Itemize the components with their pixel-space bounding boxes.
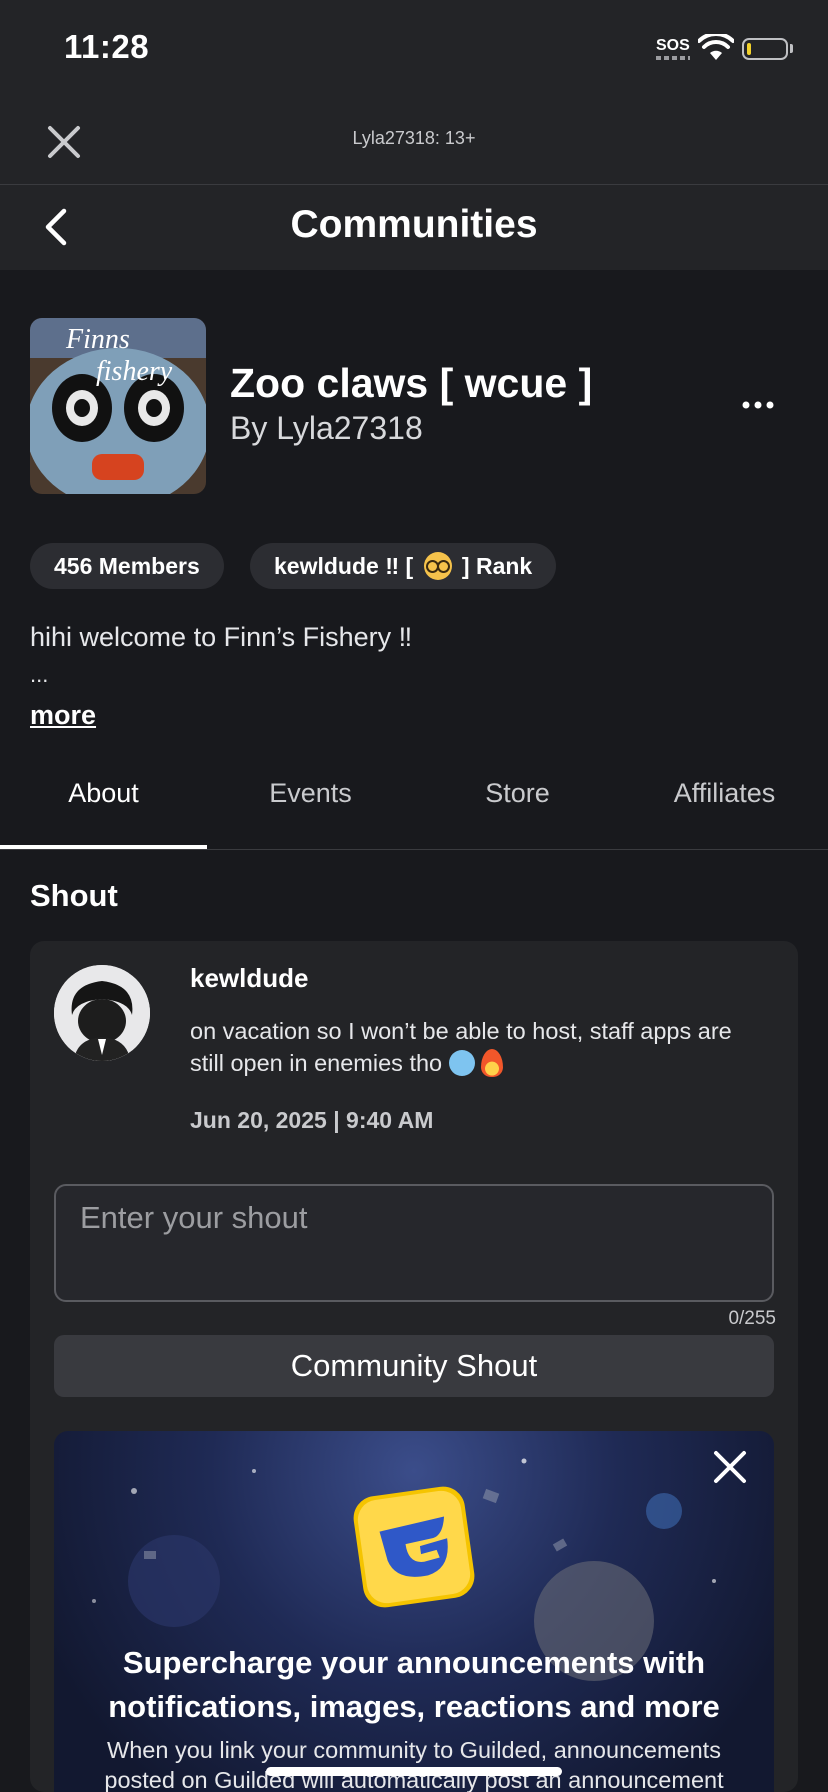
icon-text-fishery: fishery xyxy=(96,356,173,387)
home-indicator[interactable] xyxy=(266,1767,562,1776)
promo-text-line-1: When you link your community to Guilded,… xyxy=(107,1737,721,1763)
nav-bar: Communities xyxy=(0,185,828,270)
poster-name: kewldude xyxy=(190,963,309,993)
tab-bar: About Events Store Affiliates xyxy=(0,750,828,850)
tab-affiliates[interactable]: Affiliates xyxy=(621,778,828,809)
shout-body-line-1: on vacation so I won’t be able to host, … xyxy=(190,1018,732,1044)
top-bar: Lyla27318: 13+ xyxy=(0,100,828,185)
shout-section-title: Shout xyxy=(30,878,118,913)
tab-about[interactable]: About xyxy=(0,778,207,809)
shout-body: on vacation so I won’t be able to host, … xyxy=(190,1015,780,1079)
shout-input[interactable] xyxy=(54,1184,774,1302)
shout-body-line-2: still open in enemies tho xyxy=(190,1050,443,1076)
tab-store[interactable]: Store xyxy=(414,778,621,809)
group-name: Zoo claws [ wcue ] xyxy=(230,360,593,406)
char-count: 0/255 xyxy=(728,1308,776,1329)
wifi-icon xyxy=(698,34,734,60)
sos-indicator: SOS xyxy=(656,37,690,54)
account-label: Lyla27318: 13+ xyxy=(352,128,476,148)
group-description: hihi welcome to Finn’s Fishery ‼ xyxy=(30,622,413,652)
more-options-icon[interactable] xyxy=(742,398,774,412)
members-count: 456 Members xyxy=(54,553,200,579)
members-pill[interactable]: 456 Members xyxy=(30,543,224,589)
signal-dots-icon xyxy=(656,56,690,60)
shout-card: kewldude on vacation so I won’t be able … xyxy=(30,941,798,1792)
battery-icon xyxy=(742,38,788,60)
rank-suffix: ] Rank xyxy=(461,553,533,579)
group-owner: By Lyla27318 xyxy=(230,410,423,446)
shout-timestamp: Jun 20, 2025 | 9:40 AM xyxy=(190,1107,434,1133)
rank-prefix: kewldude ‼ [ xyxy=(274,553,414,579)
avatar[interactable] xyxy=(54,965,150,1061)
icon-text-finns: Finns xyxy=(65,324,130,355)
shout-body-line-2-wrap: still open in enemies tho xyxy=(190,1047,780,1079)
more-link[interactable]: more xyxy=(30,700,96,731)
page-title: Communities xyxy=(290,203,538,246)
active-tab-indicator xyxy=(0,845,207,849)
guilded-logo-icon xyxy=(353,1486,475,1608)
rank-pill[interactable]: kewldude ‼ [ ] Rank xyxy=(250,543,557,589)
promo-title-line-2: notifications, images, reactions and mor… xyxy=(108,1689,720,1724)
promo-text: When you link your community to Guilded,… xyxy=(54,1735,774,1792)
promo-close-icon[interactable] xyxy=(708,1445,752,1489)
status-time: 11:28 xyxy=(64,28,150,65)
promo-title-line-1: Supercharge your announcements with xyxy=(122,1645,706,1680)
guilded-promo-banner: Supercharge your announcements with noti… xyxy=(54,1431,774,1792)
group-icon-image: Finns fishery xyxy=(30,318,206,494)
nerd-face-emoji-icon xyxy=(423,552,452,580)
battery-tip xyxy=(790,44,793,53)
fire-emoji-icon xyxy=(481,1049,504,1077)
community-shout-button[interactable]: Community Shout xyxy=(54,1335,774,1397)
status-bar: 11:28 SOS xyxy=(0,0,828,100)
description-ellipsis: ... xyxy=(30,662,49,687)
cold-face-emoji-icon xyxy=(448,1050,475,1076)
tab-events[interactable]: Events xyxy=(207,778,414,809)
promo-title: Supercharge your announcements with noti… xyxy=(54,1641,774,1729)
